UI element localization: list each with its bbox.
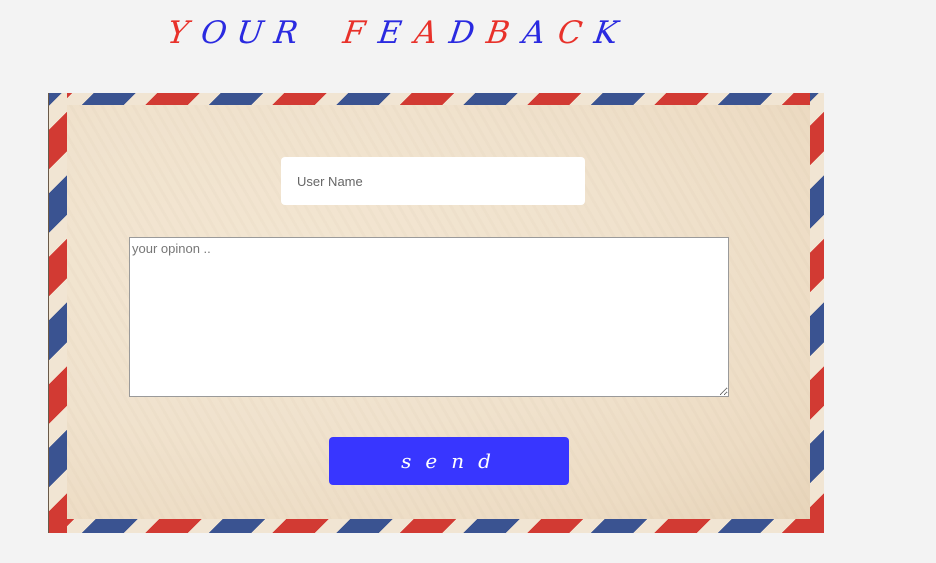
title-letter: F bbox=[340, 15, 368, 51]
username-input[interactable] bbox=[281, 157, 585, 205]
title-letter: C bbox=[555, 15, 585, 51]
title-letter: A bbox=[412, 15, 440, 51]
feedback-envelope: send bbox=[48, 93, 824, 533]
send-button[interactable]: send bbox=[329, 437, 569, 485]
title-letter: Y bbox=[165, 15, 191, 51]
airmail-stripe-bottom bbox=[49, 519, 824, 533]
title-letter: A bbox=[520, 15, 548, 51]
airmail-stripe-top bbox=[49, 93, 824, 105]
airmail-stripe-right bbox=[810, 93, 824, 533]
title-letter bbox=[301, 15, 338, 51]
title-letter: R bbox=[271, 15, 301, 51]
title-letter: E bbox=[376, 15, 404, 51]
airmail-stripe-left bbox=[49, 93, 67, 533]
title-letter: O bbox=[198, 15, 230, 51]
title-letter: K bbox=[591, 15, 621, 51]
title-letter: U bbox=[234, 15, 266, 51]
title-letter: B bbox=[484, 15, 512, 51]
page-title: YOUR FEADBACK bbox=[160, 8, 720, 58]
opinion-textarea[interactable] bbox=[129, 237, 729, 397]
title-letter: D bbox=[447, 15, 477, 51]
